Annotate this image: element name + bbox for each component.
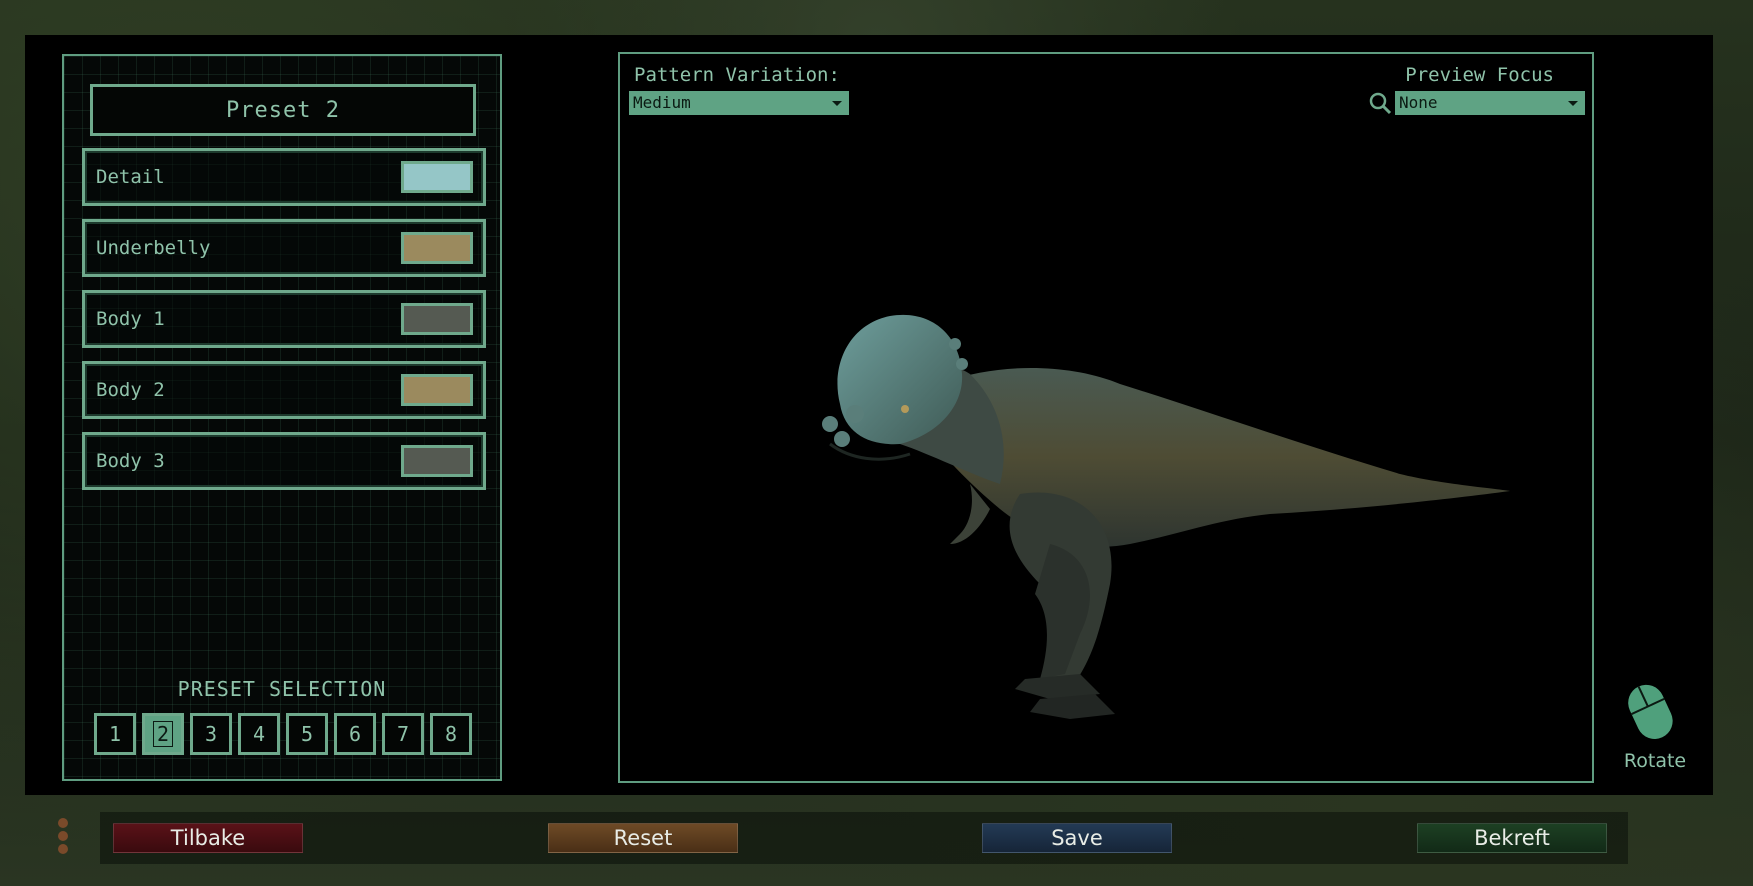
color-swatch[interactable] <box>401 374 473 406</box>
dinosaur-model <box>822 314 1510 719</box>
preview-focus-value: None <box>1399 93 1438 112</box>
color-row-body-1[interactable]: Body 1 <box>82 290 486 348</box>
color-swatch[interactable] <box>401 445 473 477</box>
color-panel: Preset 2 Detail Underbelly Body 1 Body 2… <box>62 54 502 781</box>
preset-selector: 1 2 3 4 5 6 7 8 <box>94 713 472 757</box>
pattern-variation-dropdown[interactable]: Medium <box>629 91 849 115</box>
preset-number: 5 <box>300 722 314 746</box>
preset-button-5[interactable]: 5 <box>286 713 328 755</box>
preset-title: Preset 2 <box>90 84 476 136</box>
color-row-body-3[interactable]: Body 3 <box>82 432 486 490</box>
preset-button-2[interactable]: 2 <box>142 713 184 755</box>
preview-focus-label: Preview Focus <box>1405 64 1554 86</box>
pattern-variation-label: Pattern Variation: <box>634 64 840 86</box>
preset-button-3[interactable]: 3 <box>190 713 232 755</box>
color-row-body-2[interactable]: Body 2 <box>82 361 486 419</box>
chevron-down-icon <box>1568 101 1578 106</box>
save-button[interactable]: Save <box>982 823 1172 853</box>
color-row-detail[interactable]: Detail <box>82 148 486 206</box>
chevron-down-icon <box>832 101 842 106</box>
preset-button-1[interactable]: 1 <box>94 713 136 755</box>
model-preview[interactable]: Pattern Variation: Medium Preview Focus … <box>618 52 1594 783</box>
preset-selection-label: PRESET SELECTION <box>177 677 387 701</box>
back-button[interactable]: Tilbake <box>113 823 303 853</box>
color-row-label: Underbelly <box>96 237 211 259</box>
preset-button-7[interactable]: 7 <box>382 713 424 755</box>
side-ornament <box>58 818 68 857</box>
preview-focus-dropdown[interactable]: None <box>1395 91 1585 115</box>
preset-button-8[interactable]: 8 <box>430 713 472 755</box>
preset-number: 2 <box>152 721 174 747</box>
color-row-underbelly[interactable]: Underbelly <box>82 219 486 277</box>
rotate-label: Rotate <box>1623 750 1687 772</box>
preset-number: 7 <box>396 722 410 746</box>
color-row-label: Body 2 <box>96 379 165 401</box>
preset-number: 1 <box>108 722 122 746</box>
confirm-button[interactable]: Bekreft <box>1417 823 1607 853</box>
preset-number: 4 <box>252 722 266 746</box>
preset-number: 8 <box>444 722 458 746</box>
reset-button[interactable]: Reset <box>548 823 738 853</box>
color-row-label: Body 1 <box>96 308 165 330</box>
color-swatch[interactable] <box>401 232 473 264</box>
preset-number: 6 <box>348 722 362 746</box>
preset-button-6[interactable]: 6 <box>334 713 376 755</box>
preset-number: 3 <box>204 722 218 746</box>
preset-button-4[interactable]: 4 <box>238 713 280 755</box>
mouse-icon <box>1628 684 1673 739</box>
magnifier-icon <box>1369 92 1392 115</box>
color-row-label: Body 3 <box>96 450 165 472</box>
bottom-bar <box>100 812 1628 864</box>
pattern-variation-value: Medium <box>633 93 691 112</box>
color-swatch[interactable] <box>401 303 473 335</box>
color-swatch[interactable] <box>401 161 473 193</box>
color-row-label: Detail <box>96 166 165 188</box>
